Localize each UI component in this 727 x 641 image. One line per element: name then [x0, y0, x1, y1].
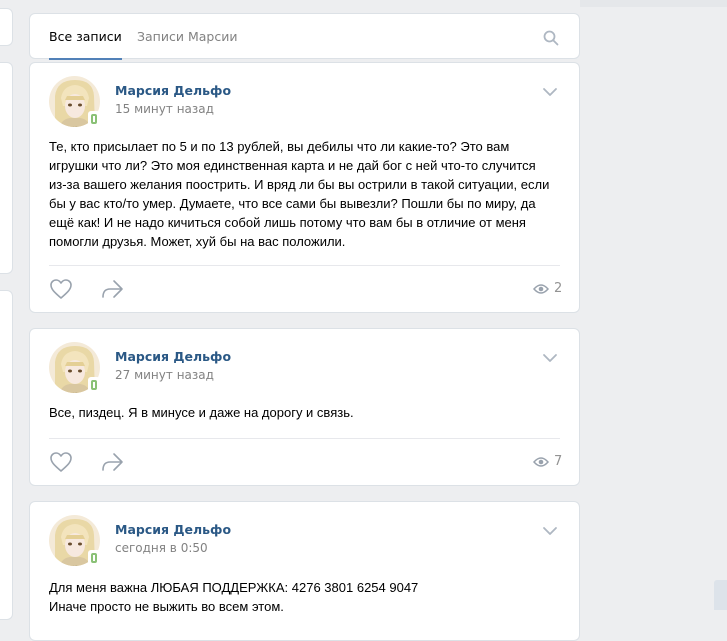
- left-sidebar-block: [0, 8, 13, 46]
- search-icon[interactable]: [543, 30, 559, 46]
- left-sidebar-block: [0, 62, 13, 274]
- share-arrow-icon[interactable]: [100, 278, 125, 300]
- eye-icon: [533, 456, 549, 467]
- right-column: [580, 0, 727, 610]
- scroll-up-button[interactable]: [714, 580, 727, 610]
- online-mobile-icon: [88, 550, 100, 565]
- views-count: 2: [554, 281, 563, 296]
- post-author[interactable]: Марсия Дельфо: [115, 83, 231, 98]
- post-text: Те, кто присылает по 5 и по 13 рублей, в…: [49, 139, 550, 249]
- post-time[interactable]: 15 минут назад: [115, 102, 214, 116]
- post-author[interactable]: Марсия Дельфо: [115, 522, 231, 537]
- heart-icon[interactable]: [49, 278, 73, 300]
- eye-icon: [533, 283, 549, 294]
- online-mobile-icon: [88, 111, 100, 126]
- chevron-down-icon[interactable]: [542, 526, 558, 536]
- wall-post: Марсия Дельфо 15 минут назад Те, кто при…: [29, 62, 580, 313]
- post-text: Для меня важна ЛЮБАЯ ПОДДЕРЖКА: 4276 380…: [49, 580, 419, 614]
- share-arrow-icon[interactable]: [100, 451, 125, 473]
- post-time[interactable]: сегодня в 0:50: [115, 541, 208, 555]
- wall-tabs: Все записи Записи Марсии: [29, 13, 580, 60]
- online-mobile-icon: [88, 377, 100, 392]
- divider: [49, 265, 560, 266]
- tab-marsia-posts[interactable]: Записи Марсии: [137, 14, 237, 60]
- wall-post: Марсия Дельфо 27 минут назад Все, пиздец…: [29, 328, 580, 486]
- wall-post: Марсия Дельфо сегодня в 0:50 Для меня ва…: [29, 501, 580, 641]
- views-counter: 7: [533, 454, 562, 469]
- views-counter: 2: [533, 281, 562, 296]
- heart-icon[interactable]: [49, 451, 73, 473]
- post-text: Все, пиздец. Я в минусе и даже на дорогу…: [49, 405, 354, 420]
- views-count: 7: [554, 454, 563, 469]
- post-time[interactable]: 27 минут назад: [115, 368, 214, 382]
- tab-all-posts[interactable]: Все записи: [49, 14, 122, 60]
- divider: [49, 438, 560, 439]
- post-author[interactable]: Марсия Дельфо: [115, 349, 231, 364]
- left-sidebar-block: [0, 290, 13, 620]
- chevron-down-icon[interactable]: [542, 87, 558, 97]
- chevron-down-icon[interactable]: [542, 353, 558, 363]
